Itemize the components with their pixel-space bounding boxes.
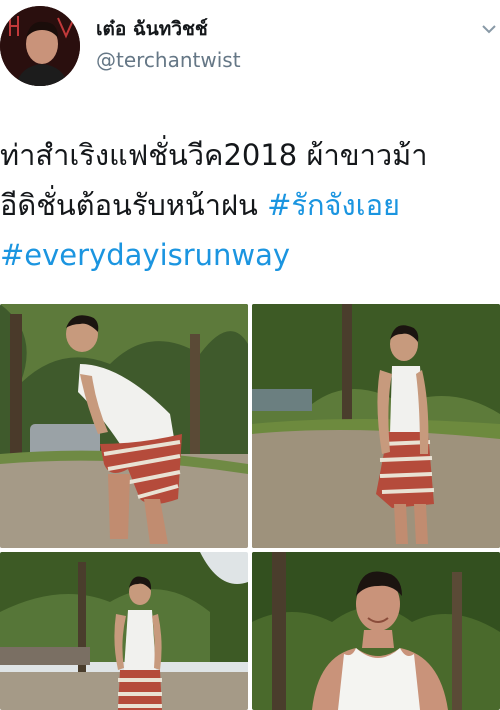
media-grid: [0, 304, 500, 710]
tweet-text-line-2: อีดิชั่นต้อนรับหน้าฝน #รักจังเอย: [0, 180, 500, 230]
tweet-text: ท่าสำเริงแฟชั่นวีค2018 ผ้าขาวม้า อีดิชั่…: [0, 130, 500, 280]
photo-man-standing-path[interactable]: [0, 552, 248, 710]
profile-avatar[interactable]: [0, 6, 80, 86]
tweet-text-line-1: ท่าสำเริงแฟชั่นวีค2018 ผ้าขาวม้า: [0, 130, 500, 180]
photo-man-closeup-smiling[interactable]: [252, 552, 500, 710]
tweet-text-segment: ท่าสำเริงแฟชั่นวีค2018 ผ้าขาวม้า: [0, 138, 428, 172]
hashtag-link[interactable]: #everydayisrunway: [0, 238, 290, 272]
photo-man-bending-forward[interactable]: [0, 304, 248, 548]
author-handle[interactable]: @terchantwist: [96, 48, 241, 72]
tweet-text-line-3: #everydayisrunway: [0, 230, 500, 280]
tweet-header: เต๋อ ฉันทวิชช์ @terchantwist: [0, 0, 500, 95]
tweet-text-segment: อีดิชั่นต้อนรับหน้าฝน: [0, 188, 268, 222]
photo-man-standing-looking-down[interactable]: [252, 304, 500, 548]
author-display-name[interactable]: เต๋อ ฉันทวิชช์: [96, 14, 208, 44]
chevron-down-icon[interactable]: [478, 18, 500, 40]
hashtag-link[interactable]: #รักจังเอย: [267, 188, 400, 222]
